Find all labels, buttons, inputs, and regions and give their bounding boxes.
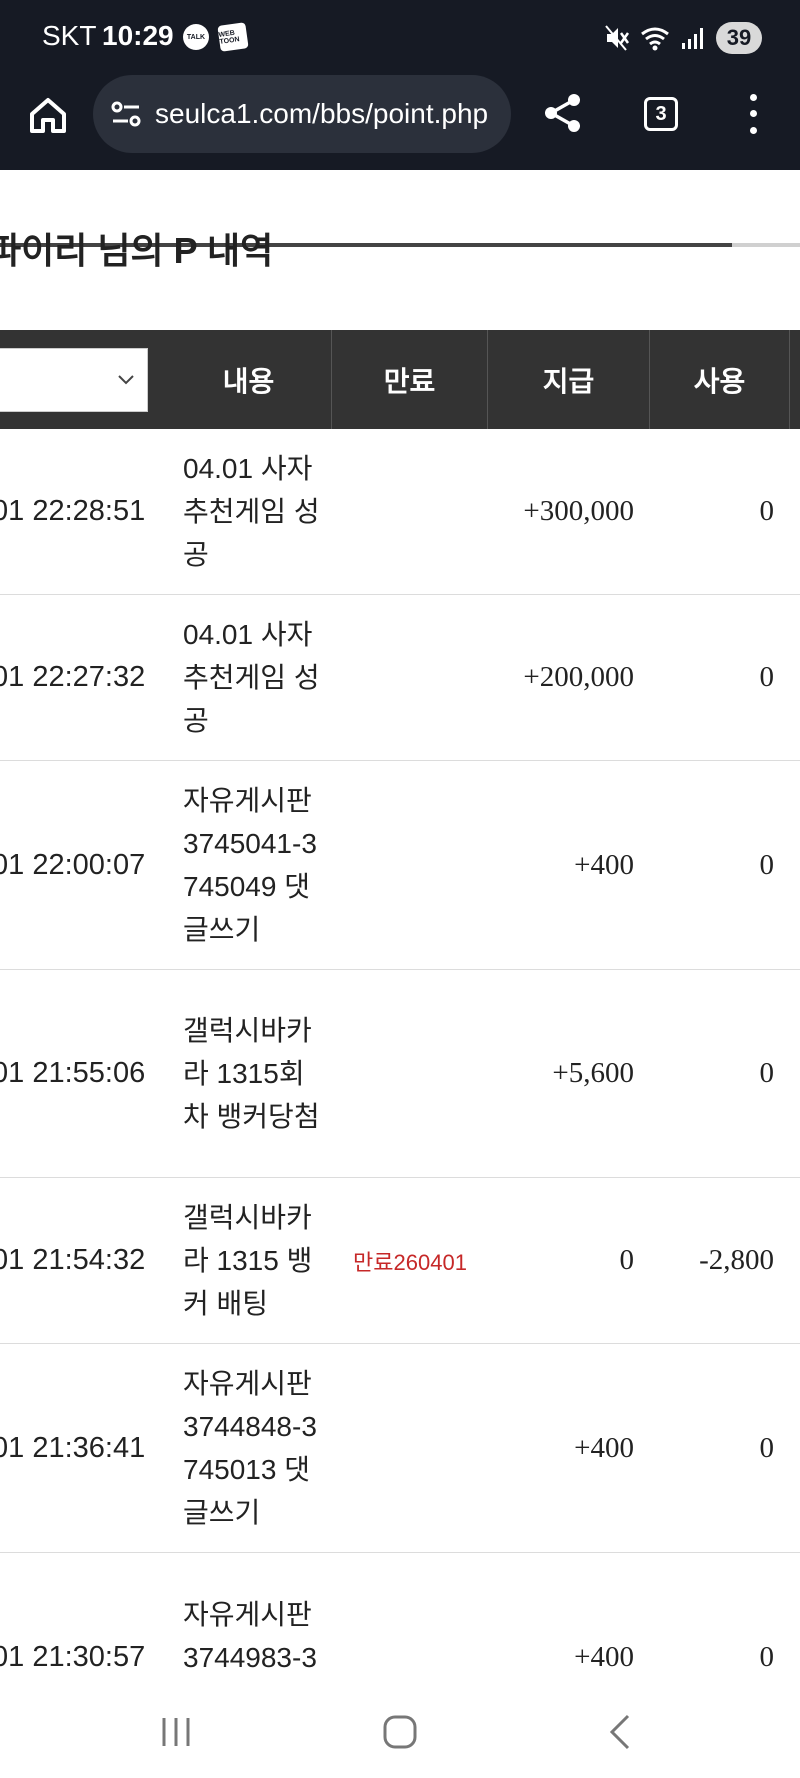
- wifi-icon: [641, 27, 669, 51]
- address-bar[interactable]: seulca1.com/bbs/point.php: [93, 75, 511, 153]
- row-date: 01 22:28:51: [0, 495, 146, 527]
- row-use: 0: [759, 1431, 775, 1464]
- row-date: 01 21:36:41: [0, 1431, 146, 1464]
- row-expire: 만료260401: [353, 1249, 467, 1275]
- row-give: +400: [574, 1431, 634, 1464]
- status-bar: SKT 10:29 TALK WEB TOON 39: [0, 0, 800, 75]
- header-give: 지급: [488, 330, 650, 429]
- row-date: 01 21:55:06: [0, 1057, 146, 1089]
- webtoon-notification-icon: WEB TOON: [217, 22, 249, 52]
- row-content: 04.01 사자 추천게임 성공: [183, 619, 320, 736]
- status-clock: 10:29: [102, 20, 174, 51]
- row-give: +300,000: [523, 495, 634, 527]
- table-row: 01 22:00:07 자유게시판 3745041-3745049 댓글쓰기 +…: [0, 761, 800, 970]
- row-use: 0: [759, 848, 775, 881]
- table-row: 01 22:28:51 04.01 사자 추천게임 성공 +300,000 0: [0, 429, 800, 595]
- home-icon[interactable]: [26, 93, 70, 137]
- more-menu-icon[interactable]: [738, 89, 768, 139]
- status-icons: 39: [604, 18, 762, 58]
- table-row: 01 21:54:32 갤럭시바카라 1315 뱅커 배팅 만료260401 0…: [0, 1178, 800, 1344]
- row-give: +400: [574, 1640, 634, 1673]
- row-content: 자유게시판 3744848-3745013 댓글쓰기: [183, 1368, 317, 1528]
- url-text: seulca1.com/bbs/point.php: [155, 98, 489, 129]
- row-give: +400: [574, 848, 634, 881]
- row-content: 04.01 사자 추천게임 성공: [183, 453, 320, 570]
- points-table: 내용 만료 지급 사용 01 22:28:51 04.01 사자 추천게임 성공…: [0, 330, 800, 1685]
- row-give: +5,600: [552, 1057, 634, 1089]
- row-give: +200,000: [523, 661, 634, 693]
- row-give: 0: [619, 1244, 635, 1276]
- row-content: 갤럭시바카라 1315회차 뱅커당첨: [183, 1015, 320, 1132]
- row-content: 자유게시판 3745041-3745049 댓글쓰기: [183, 785, 317, 945]
- site-settings-icon[interactable]: [109, 97, 143, 131]
- table-row: 01 21:30:57 자유게시판 3744983-3745004 +400 0: [0, 1553, 800, 1686]
- table-row: 01 21:55:06 갤럭시바카라 1315회차 뱅커당첨 +5,600 0: [0, 970, 800, 1178]
- header-expire: 만료: [332, 330, 488, 429]
- row-date: 01 21:54:32: [0, 1244, 146, 1276]
- carrier-label: SKT: [42, 20, 97, 51]
- header-use: 사용: [650, 330, 790, 429]
- system-nav-bar: [0, 1685, 800, 1778]
- row-expire: [332, 761, 488, 969]
- row-use: -2,800: [699, 1244, 774, 1276]
- row-date: 01 22:00:07: [0, 848, 146, 881]
- row-expire: [332, 1344, 488, 1552]
- mute-icon: [605, 25, 630, 51]
- table-header: 내용 만료 지급 사용: [0, 330, 800, 429]
- battery-indicator: 39: [716, 22, 762, 54]
- row-use: 0: [759, 1057, 775, 1089]
- row-content: 갤럭시바카라 1315 뱅커 배팅: [183, 1202, 313, 1319]
- header-content: 내용: [166, 330, 332, 429]
- date-filter-select[interactable]: [0, 348, 148, 412]
- row-use: 0: [759, 661, 775, 693]
- page-title: 파이리 님의 P 내역: [0, 230, 274, 271]
- row-use: 0: [759, 1640, 775, 1673]
- row-expire: [332, 970, 488, 1177]
- home-nav-icon[interactable]: [378, 1710, 422, 1754]
- chevron-down-icon: [118, 375, 134, 385]
- table-row: 01 22:27:32 04.01 사자 추천게임 성공 +200,000 0: [0, 595, 800, 761]
- row-use: 0: [759, 495, 775, 527]
- row-expire: [332, 595, 488, 760]
- row-date: 01 22:27:32: [0, 661, 146, 693]
- row-expire: [332, 429, 488, 594]
- share-icon[interactable]: [541, 91, 585, 135]
- signal-icon: [682, 28, 703, 49]
- row-date: 01 21:30:57: [0, 1640, 146, 1673]
- back-icon[interactable]: [600, 1710, 644, 1754]
- row-expire: [332, 1553, 488, 1685]
- row-content: 자유게시판 3744983-3745004: [183, 1598, 317, 1686]
- tab-switcher-button[interactable]: 3: [644, 97, 678, 131]
- browser-toolbar: seulca1.com/bbs/point.php 3: [0, 75, 800, 247]
- table-row: 01 21:36:41 자유게시판 3744848-3745013 댓글쓰기 +…: [0, 1344, 800, 1553]
- recents-icon[interactable]: [154, 1710, 198, 1754]
- talk-notification-icon: TALK: [183, 24, 209, 50]
